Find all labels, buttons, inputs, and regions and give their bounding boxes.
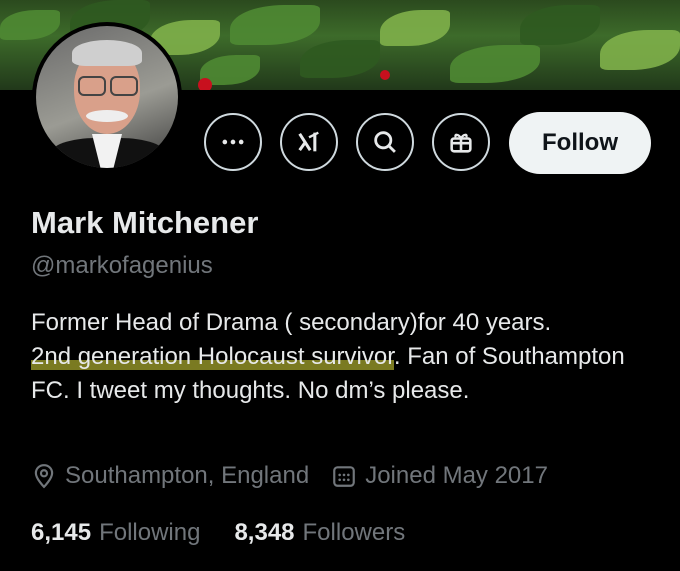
profile-bio: Former Head of Drama ( secondary)for 40 … xyxy=(31,306,651,408)
following-link[interactable]: 6,145 Following xyxy=(31,519,200,547)
gift-button[interactable] xyxy=(432,113,490,171)
joined-date: Joined May 2017 xyxy=(365,462,548,489)
follow-button[interactable]: Follow xyxy=(509,112,651,174)
grok-button[interactable] xyxy=(280,113,338,171)
display-name: Mark Mitchener xyxy=(31,205,259,240)
user-handle: @markofagenius xyxy=(31,252,213,279)
banner-leaf xyxy=(230,5,320,45)
banner-leaf xyxy=(300,40,380,78)
follow-stats: 6,145 Following 8,348 Followers xyxy=(31,519,439,547)
profile-meta: Southampton, England Joined May 2017 xyxy=(31,462,548,490)
banner-berry xyxy=(380,70,390,80)
followers-label: Followers xyxy=(302,519,406,546)
banner-leaf xyxy=(0,10,60,40)
followers-link[interactable]: 8,348 Followers xyxy=(234,519,405,547)
following-count: 6,145 xyxy=(31,519,92,546)
avatar-photo xyxy=(36,26,178,168)
avatar[interactable] xyxy=(32,22,182,172)
calendar-icon xyxy=(333,466,356,487)
more-icon xyxy=(222,139,244,145)
followers-count: 8,348 xyxy=(234,519,295,546)
grok-icon xyxy=(298,131,319,152)
location-text: Southampton, England xyxy=(65,462,310,489)
banner-leaf xyxy=(380,10,450,46)
more-button[interactable] xyxy=(204,113,262,171)
location-pin-icon xyxy=(34,464,54,489)
bio-highlighted-text: 2nd generation Holocaust survivor xyxy=(31,343,394,370)
gift-icon xyxy=(450,133,472,153)
banner-leaf xyxy=(600,30,680,70)
following-label: Following xyxy=(99,519,201,546)
banner-leaf xyxy=(450,45,540,83)
search-icon xyxy=(374,131,396,153)
banner-leaf xyxy=(520,5,600,45)
banner-berry xyxy=(198,78,212,90)
bio-text: Former Head of Drama ( secondary)for 40 … xyxy=(31,309,552,336)
search-button[interactable] xyxy=(356,113,414,171)
